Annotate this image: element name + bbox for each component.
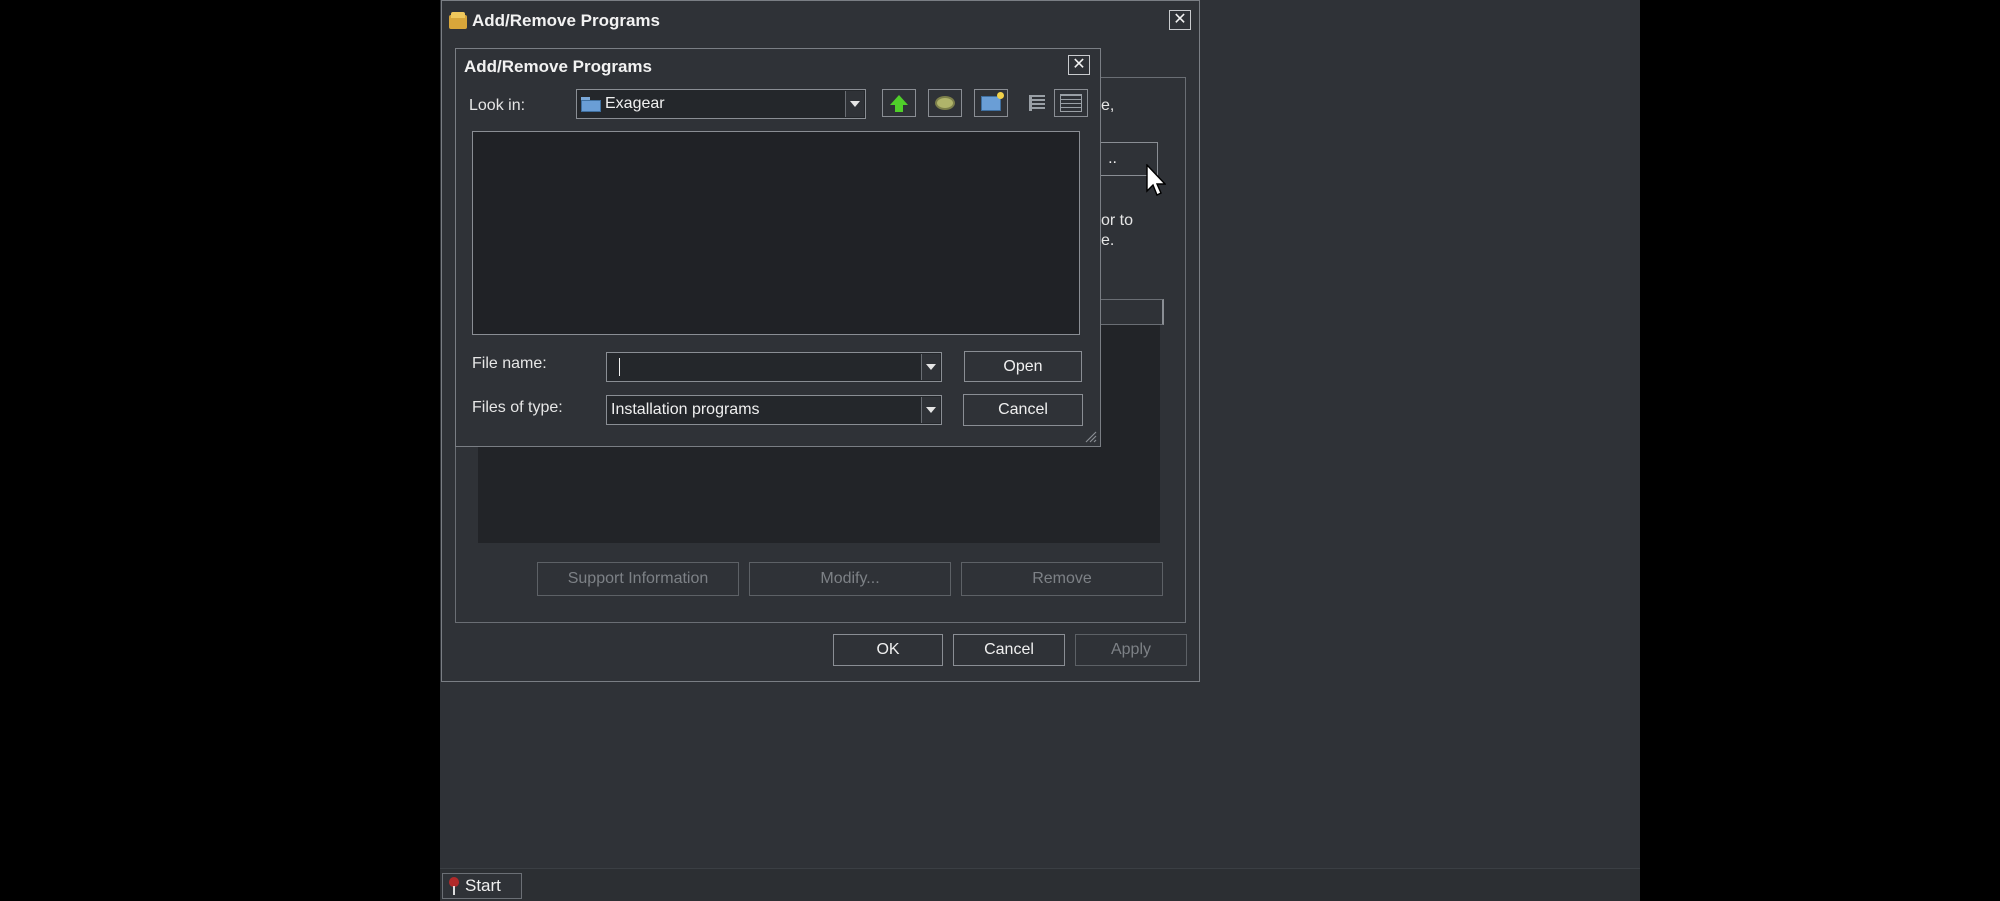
partial-text-3: e. [1101, 232, 1115, 249]
apply-label: Apply [1110, 641, 1152, 658]
support-information-label: Support Information [567, 570, 709, 587]
new-folder-icon [981, 91, 1004, 111]
files-of-type-value: Installation programs [611, 401, 760, 418]
details-view-button[interactable] [1054, 89, 1088, 117]
partial-text-2: or to [1101, 212, 1134, 229]
up-one-level-button[interactable] [882, 89, 916, 117]
dialog-title: Add/Remove Programs [464, 57, 652, 76]
main-window-title: Add/Remove Programs [472, 11, 660, 30]
chevron-down-icon [845, 91, 864, 117]
remove-label: Remove [1032, 570, 1092, 587]
modify-label: Modify... [820, 570, 880, 587]
chevron-down-icon [921, 397, 940, 423]
file-name-input[interactable] [606, 352, 942, 382]
start-label: Start [465, 876, 501, 895]
open-label: Open [1003, 357, 1043, 375]
look-in-label: Look in: [469, 97, 526, 114]
open-button[interactable]: Open [964, 351, 1082, 382]
taskbar: Start [440, 868, 1640, 901]
dialog-titlebar: Add/Remove Programs [456, 49, 1100, 85]
folder-icon [581, 96, 601, 112]
main-cancel-label: Cancel [984, 641, 1034, 658]
files-of-type-label: Files of type: [472, 399, 563, 416]
list-view-icon [1029, 95, 1045, 111]
wine-glass-icon [449, 877, 459, 895]
ok-button[interactable]: OK [833, 634, 943, 666]
text-caret [619, 358, 620, 376]
dialog-cancel-button[interactable]: Cancel [963, 394, 1083, 426]
dialog-close-button[interactable]: ✕ [1068, 55, 1090, 75]
modify-button[interactable]: Modify... [749, 562, 951, 596]
file-name-label: File name: [472, 355, 547, 372]
look-in-value: Exagear [605, 95, 665, 112]
desktop-icon [935, 96, 955, 110]
look-in-dropdown[interactable]: Exagear [576, 89, 866, 119]
files-of-type-dropdown[interactable]: Installation programs [606, 395, 942, 425]
list-view-button[interactable] [1020, 89, 1054, 117]
desktop-button[interactable] [928, 89, 962, 117]
file-list-view[interactable] [472, 131, 1080, 335]
partial-install-button-label: .. [1108, 150, 1117, 167]
resize-grip-icon[interactable] [1083, 429, 1097, 443]
new-folder-button[interactable] [974, 89, 1008, 117]
ok-label: OK [876, 641, 900, 658]
details-view-icon [1060, 94, 1082, 112]
apply-button[interactable]: Apply [1075, 634, 1187, 666]
open-file-dialog: Add/Remove Programs ✕ Look in: Exagear F… [455, 48, 1101, 447]
main-close-button[interactable]: ✕ [1169, 10, 1191, 30]
partial-text-1: e, [1101, 97, 1115, 114]
chevron-down-icon [921, 354, 940, 380]
add-remove-programs-icon [448, 12, 468, 30]
dialog-cancel-label: Cancel [998, 401, 1048, 418]
start-button[interactable]: Start [442, 873, 522, 899]
remove-button[interactable]: Remove [961, 562, 1163, 596]
support-information-button[interactable]: Support Information [537, 562, 739, 596]
main-cancel-button[interactable]: Cancel [953, 634, 1065, 666]
main-titlebar: Add/Remove Programs [442, 1, 1199, 41]
mouse-cursor-icon [1146, 164, 1166, 196]
up-arrow-icon [890, 95, 908, 112]
